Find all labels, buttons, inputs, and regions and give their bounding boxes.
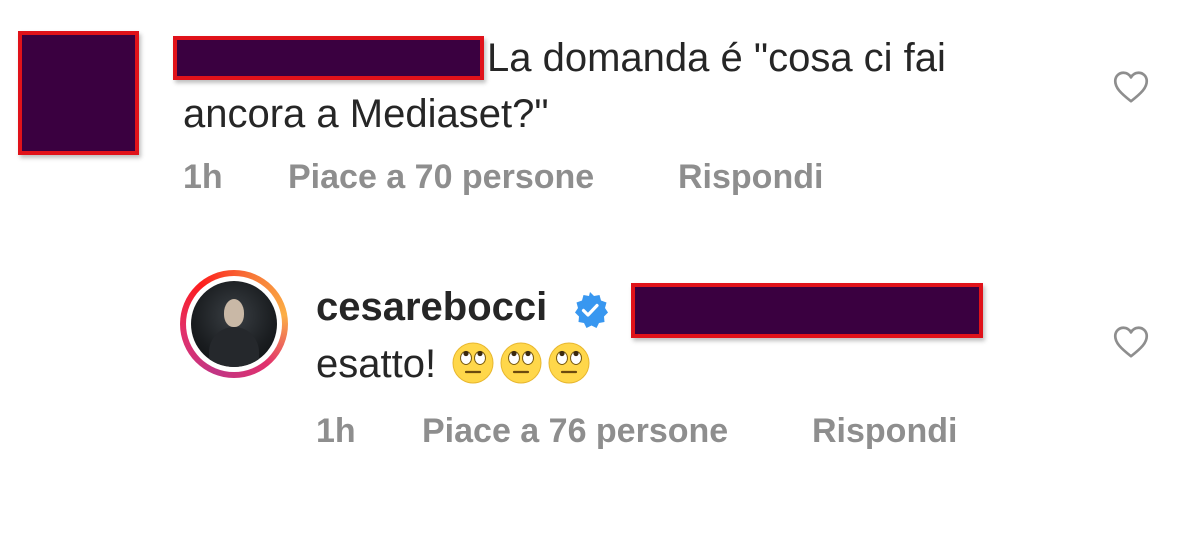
rolling-eyes-emoji-icon: [451, 341, 495, 385]
reply-text-content: esatto!: [316, 342, 437, 386]
reply-time: 1h: [316, 412, 356, 450]
reply-avatar[interactable]: [180, 270, 288, 378]
redacted-username: [173, 36, 484, 80]
verified-badge-icon: [570, 290, 610, 330]
comment-meta: 1h: [183, 158, 223, 197]
reply-likes-count[interactable]: Piace a 76 persone: [422, 412, 728, 451]
comment-text-line-1: La domanda é "cosa ci fai: [487, 36, 946, 80]
comment-reply-button[interactable]: Rispondi: [678, 158, 823, 197]
heart-icon[interactable]: [1113, 70, 1149, 104]
heart-icon[interactable]: [1113, 325, 1149, 359]
comment-text-line-2: ancora a Mediaset?": [183, 92, 549, 136]
comment-time: 1h: [183, 158, 223, 196]
reply-username[interactable]: cesarebocci: [316, 285, 547, 330]
rolling-eyes-emoji-icon: [547, 341, 591, 385]
rolling-eyes-emoji-icon: [499, 341, 543, 385]
reply-text: esatto!: [316, 336, 591, 393]
redacted-mention: [631, 283, 983, 338]
redacted-avatar: [18, 31, 139, 155]
reply-reply-button[interactable]: Rispondi: [812, 412, 957, 451]
comment-likes-count[interactable]: Piace a 70 persone: [288, 158, 594, 197]
